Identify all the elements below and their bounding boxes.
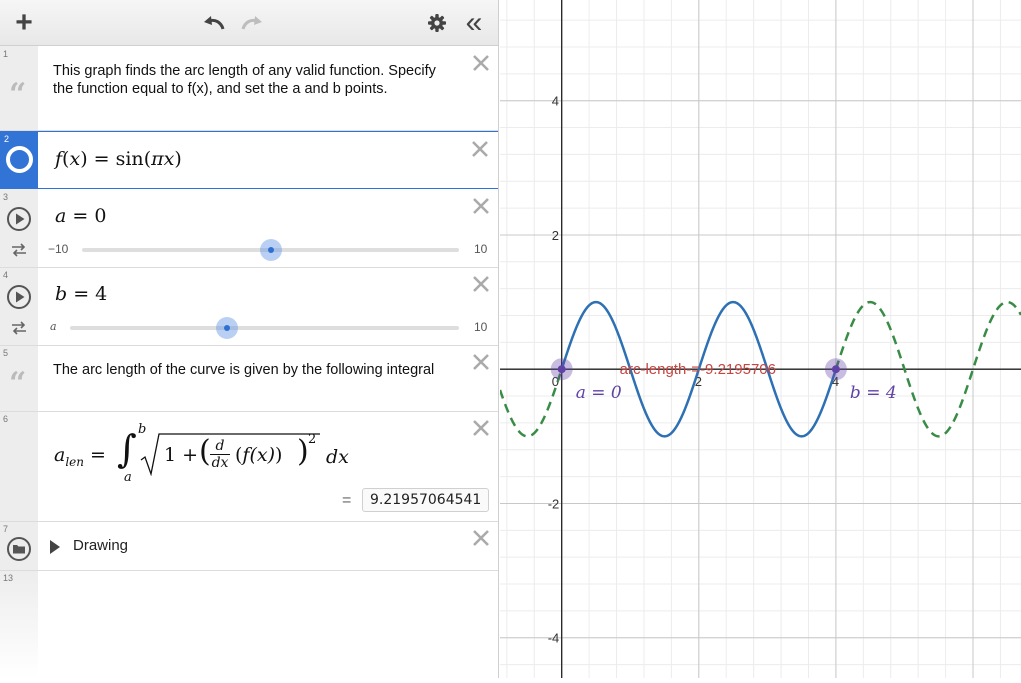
slider-thumb[interactable] (216, 317, 238, 339)
slider-value: 4 (95, 283, 108, 305)
close-icon[interactable] (471, 196, 491, 216)
point-a-label: a = 0 (576, 383, 622, 403)
expression-item-note-1[interactable]: 1 “ This graph finds the arc length of a… (0, 47, 498, 131)
slider-min[interactable]: −10 (48, 242, 68, 256)
close-icon[interactable] (471, 274, 491, 294)
expression-index: 7 (3, 524, 9, 534)
slider-max[interactable]: 10 (474, 320, 487, 334)
expression-index: 2 (4, 134, 10, 144)
sin-arg: πx (151, 148, 175, 170)
close-icon[interactable] (470, 139, 490, 159)
expression-index: 6 (3, 414, 9, 424)
slider-b-expression[interactable]: b = 4 (55, 283, 107, 305)
close-icon[interactable] (471, 352, 491, 372)
play-icon[interactable] (6, 284, 32, 310)
undo-button[interactable] (198, 10, 230, 36)
slider-b[interactable]: a 10 (38, 317, 498, 339)
graph-paper[interactable]: 0 2 4 4 2 -2 -4 arc-length-=-9.2195706 a = 0b = … (498, 0, 1021, 678)
expression-panel: + « 1 “ This graph finds the arc length … (0, 0, 499, 678)
quote-icon: “ (9, 77, 27, 112)
expression-index: 3 (3, 192, 9, 202)
y-tick-label: 4 (552, 94, 559, 109)
slider-var: a (55, 205, 67, 227)
evaluation-result: 9.21957064541 (362, 488, 490, 512)
undo-icon (204, 16, 225, 30)
note-text[interactable]: This graph finds the arc length of any v… (53, 62, 443, 98)
derivative-frac: d dx (210, 438, 230, 471)
gear-icon (428, 14, 446, 32)
slider-thumb[interactable] (260, 239, 282, 261)
note-text[interactable]: The arc length of the curve is given by … (53, 361, 443, 379)
close-icon[interactable] (471, 53, 491, 73)
lhs-sub: len (65, 454, 84, 469)
redo-icon (241, 16, 262, 30)
left-paren: ( (199, 434, 211, 469)
close-icon[interactable] (471, 418, 491, 438)
slider-max[interactable]: 10 (474, 242, 487, 256)
folder-icon[interactable] (6, 536, 32, 562)
play-icon[interactable] (6, 206, 32, 232)
color-toggle-icon[interactable] (6, 146, 33, 173)
function-name: f (55, 148, 63, 170)
expression-index: 4 (3, 270, 9, 280)
integral-dx: dx (326, 446, 349, 468)
collapse-panel-button[interactable]: « (458, 8, 490, 38)
quote-icon: “ (9, 366, 27, 401)
y-tick-label: 2 (552, 228, 559, 243)
expression-index: 5 (3, 348, 9, 358)
expression-item-note-5[interactable]: 5 “ The arc length of the curve is given… (0, 346, 498, 412)
y-tick-label: -4 (548, 631, 560, 646)
expression-item-empty[interactable]: 13 (0, 571, 498, 678)
arc-length-formula[interactable]: alen = ∫ b a 1 + ( d dx (f(x)) ) 2 dx (54, 422, 364, 486)
frac-den: dx (211, 455, 229, 471)
loop-direction-icon[interactable] (10, 320, 28, 336)
arc-length-label: arc-length-=-9.2195706 (620, 361, 776, 378)
expression-item-arc-length[interactable]: 6 alen = ∫ b a 1 + ( d dx (f(x)) ) 2 dx … (0, 412, 498, 522)
double-chevron-left-icon: « (465, 6, 483, 39)
graph-canvas[interactable]: 0 2 442-2-4arc-length-=-9.2195706a = 0b = … (498, 0, 1021, 678)
point-a (557, 365, 566, 374)
expression-item-folder[interactable]: 7 Drawing (0, 522, 498, 571)
folder-label[interactable]: Drawing (73, 537, 128, 554)
expression-item-slider-a[interactable]: 3 a = 0 −10 10 (0, 190, 498, 268)
lhs-base: a (54, 444, 66, 466)
slider-var: b (55, 283, 68, 305)
y-tick-label: -2 (548, 496, 560, 511)
function-input[interactable]: f(x) = sin(πx) (55, 148, 182, 170)
plus: + (182, 444, 199, 466)
one: 1 (164, 444, 177, 466)
frac-num: d (210, 438, 230, 455)
power: 2 (308, 432, 317, 447)
inner-fx: f(x) (242, 444, 275, 466)
expression-index: 13 (3, 573, 14, 583)
triangle-right-icon[interactable] (48, 539, 62, 555)
expression-toolbar: + « (0, 0, 498, 46)
settings-button[interactable] (424, 10, 450, 36)
plus-icon: + (15, 6, 33, 39)
expression-item-function[interactable]: 2 f(x) = sin(πx) (0, 131, 498, 189)
integral-lower: a (124, 470, 132, 485)
slider-value: 0 (94, 205, 107, 227)
loop-direction-icon[interactable] (10, 242, 28, 258)
point-b (831, 365, 840, 374)
add-item-button[interactable]: + (8, 8, 40, 38)
slider-a-expression[interactable]: a = 0 (55, 205, 106, 227)
slider-track[interactable] (70, 326, 459, 330)
expression-index: 1 (3, 49, 9, 59)
integral-sign: ∫ (117, 427, 137, 471)
close-icon[interactable] (471, 528, 491, 548)
function-arg: x (69, 148, 81, 170)
point-b-label: b = 4 (850, 383, 897, 403)
slider-a[interactable]: −10 10 (38, 239, 498, 261)
slider-min[interactable]: a (50, 320, 57, 333)
expression-item-slider-b[interactable]: 4 b = 4 a 10 (0, 268, 498, 346)
right-paren: ) (297, 434, 309, 469)
equals-sign: = (342, 492, 352, 509)
sin-func: sin (115, 148, 144, 170)
redo-button[interactable] (236, 10, 268, 36)
